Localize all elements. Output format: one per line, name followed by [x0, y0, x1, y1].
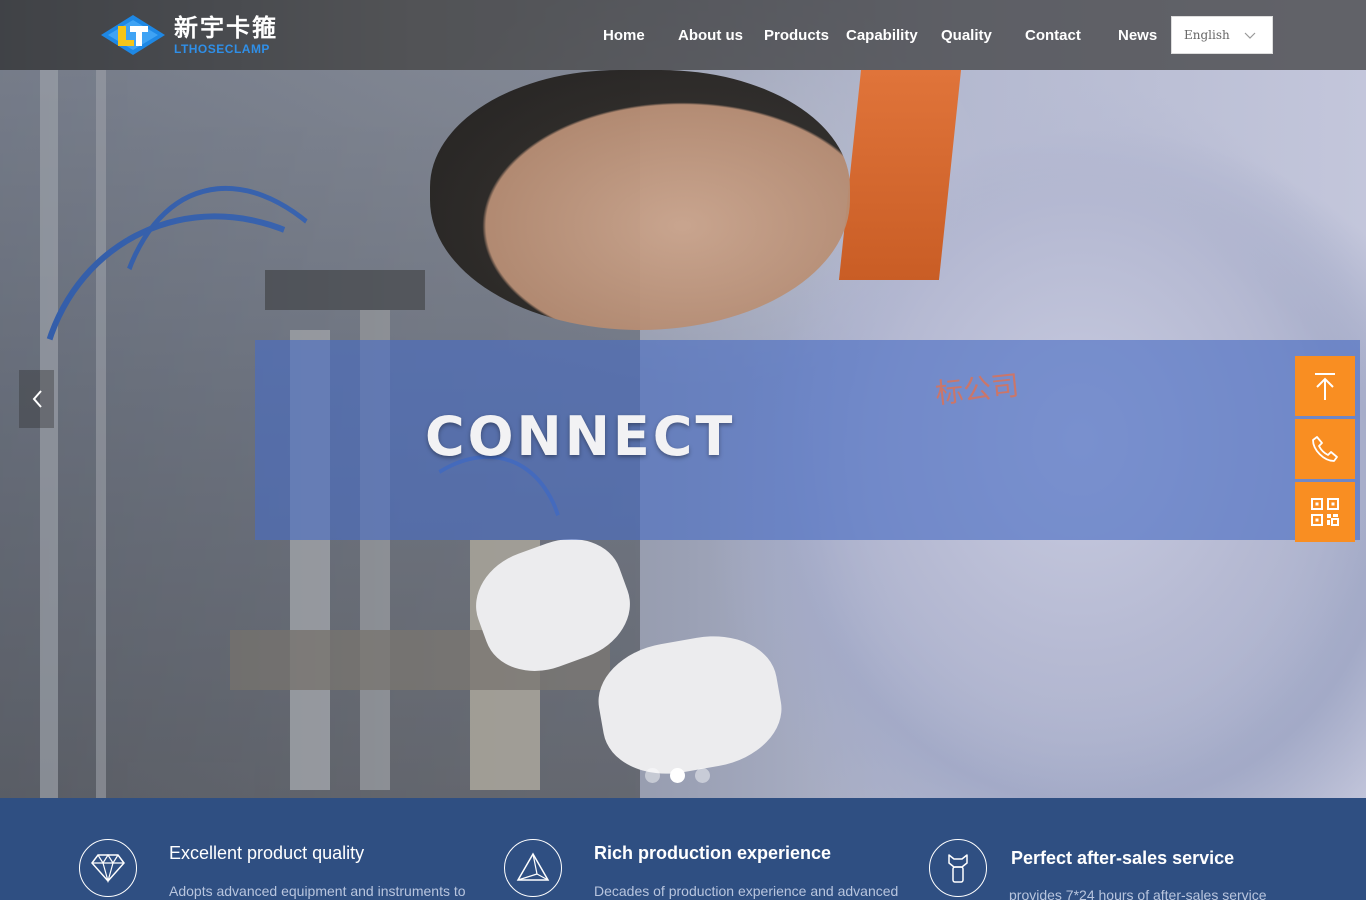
nav-home[interactable]: Home — [603, 27, 645, 44]
chevron-left-icon — [32, 390, 42, 408]
logo-mark-icon — [101, 15, 165, 55]
back-to-top-button[interactable] — [1295, 356, 1355, 416]
features-bar: Excellent product quality Adopts advance… — [0, 798, 1366, 900]
feature-title: Perfect after-sales service — [1011, 848, 1235, 868]
site-header: 新宇卡箍 LTHOSECLAMP Home About us Products … — [0, 0, 1366, 70]
feature-desc: Decades of production experience and adv… — [594, 883, 899, 899]
qr-code-button[interactable] — [1295, 482, 1355, 542]
carousel-dot-3[interactable] — [695, 768, 710, 783]
nav-products[interactable]: Products — [764, 27, 829, 44]
language-select-value: English — [1184, 28, 1230, 42]
nav-quality[interactable]: Quality — [941, 27, 992, 44]
worker-head — [430, 70, 850, 330]
logo-text-cn: 新宇卡箍 — [174, 13, 278, 42]
hero-title: CONNECT — [425, 405, 736, 468]
nav-about-us[interactable]: About us — [678, 27, 743, 44]
pyramid-icon — [504, 839, 562, 897]
carousel-prev-button[interactable] — [19, 370, 54, 428]
nav-contact[interactable]: Contact — [1025, 27, 1081, 44]
phone-icon — [1312, 436, 1338, 462]
carousel-dot-2[interactable] — [670, 768, 685, 783]
feature-title: Excellent product quality — [169, 843, 365, 863]
site-logo[interactable]: 新宇卡箍 LTHOSECLAMP — [100, 12, 290, 58]
hero-banner: 标公司 CONNECT — [0, 0, 1366, 798]
chevron-down-icon — [1244, 32, 1256, 39]
banner-band — [255, 340, 1360, 540]
carousel-dot-1[interactable] — [645, 768, 660, 783]
feature-title: Rich production experience — [594, 843, 832, 863]
carousel-dots — [645, 768, 710, 783]
qr-code-icon — [1311, 498, 1339, 526]
feature-desc: provides 7*24 hours of after-sales servi… — [1009, 887, 1267, 900]
diamond-icon — [79, 839, 137, 897]
wrench-icon — [929, 839, 987, 897]
phone-button[interactable] — [1295, 419, 1355, 479]
nav-news[interactable]: News — [1118, 27, 1157, 44]
feature-desc: Adopts advanced equipment and instrument… — [169, 883, 466, 899]
language-select[interactable]: English — [1171, 16, 1273, 54]
logo-text-en: LTHOSECLAMP — [174, 41, 270, 56]
nav-capability[interactable]: Capability — [846, 27, 918, 44]
arrow-up-icon — [1315, 373, 1335, 400]
